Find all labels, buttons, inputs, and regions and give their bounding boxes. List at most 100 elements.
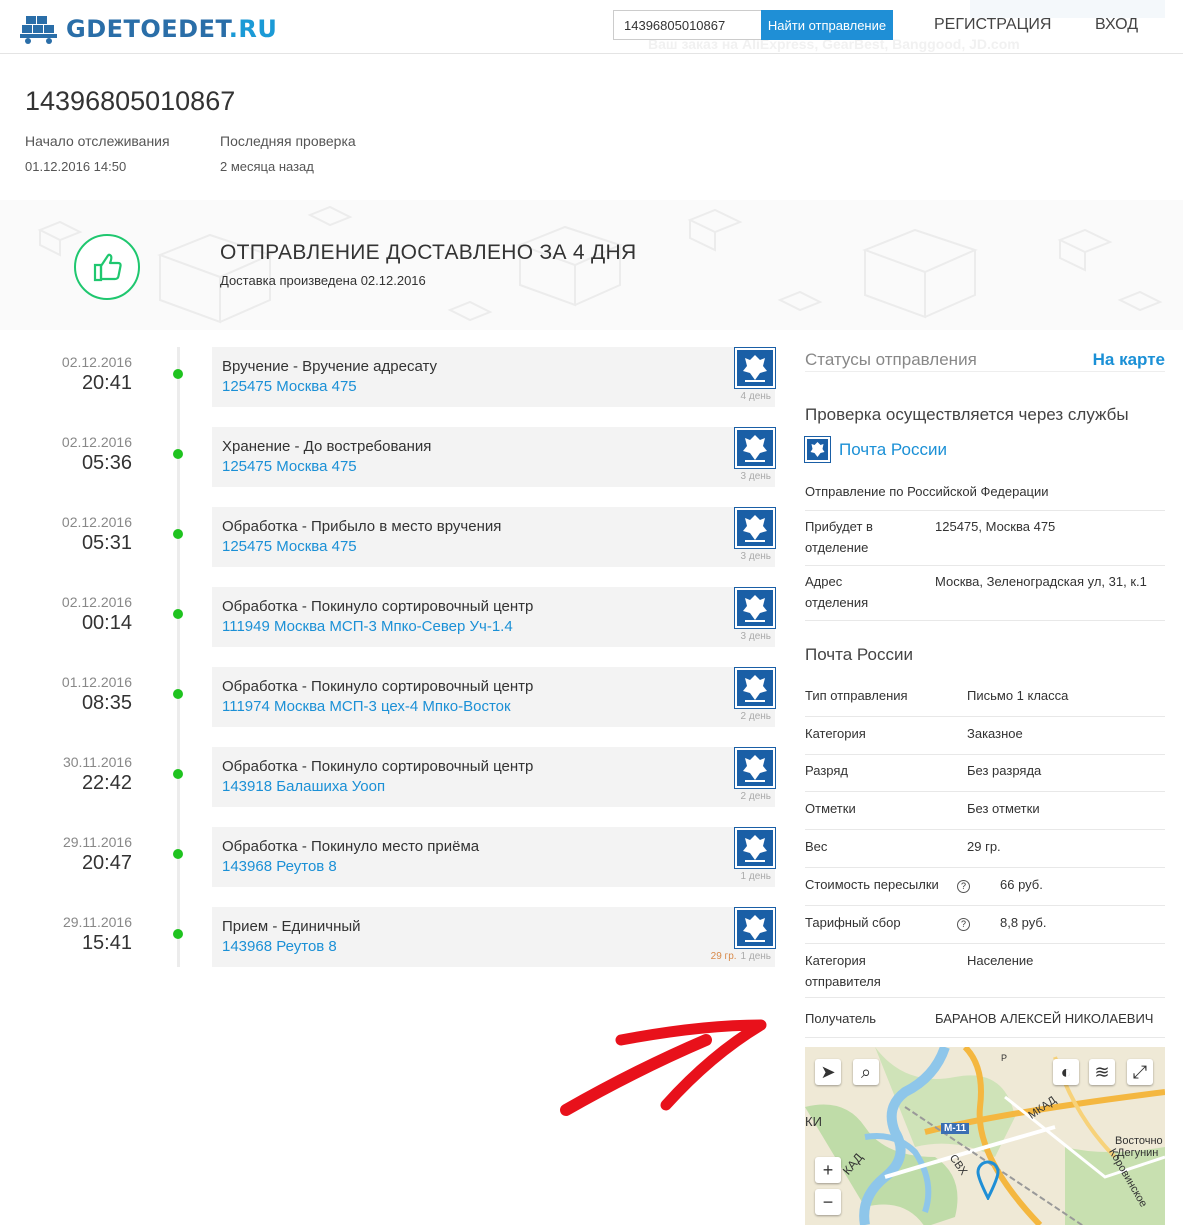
event-day-count: 3 день xyxy=(740,471,771,482)
pochta-logo-icon xyxy=(734,747,776,789)
event-days: 1 день xyxy=(737,871,771,882)
on-map-link[interactable]: На карте xyxy=(1093,350,1165,370)
pattern-strip-top xyxy=(0,55,1183,61)
status-dot xyxy=(173,529,183,539)
services-title: Проверка осуществляется через службы xyxy=(805,405,1129,424)
event-place-link[interactable]: 125475 Москва 475 xyxy=(222,458,357,475)
event-day-count: 4 день xyxy=(740,391,771,402)
detail-value: Заказное xyxy=(967,726,1023,741)
event-place-link[interactable]: 143968 Реутов 8 xyxy=(222,858,337,875)
detail-row: Тип отправления Письмо 1 класса xyxy=(805,685,1165,717)
status-dot xyxy=(173,929,183,939)
event-place-link[interactable]: 125475 Москва 475 xyxy=(222,538,357,555)
map-pin-icon[interactable] xyxy=(975,1160,1001,1200)
cost-value: 66 руб. xyxy=(1000,877,1043,892)
shipment-note: Отправление по Российской Федерации xyxy=(805,484,1049,499)
event-card: Обработка - Покинуло сортировочный центр… xyxy=(212,667,776,727)
event-title: Хранение - До востребования xyxy=(222,438,432,455)
event-card: Вручение - Вручение адресату 125475 Москв… xyxy=(212,347,776,407)
detail-row: Категория Заказное xyxy=(805,723,1165,755)
last-check-label: Последняя проверка xyxy=(220,133,356,149)
event-place-link[interactable]: 143968 Реутов 8 xyxy=(222,938,337,955)
event-place-link[interactable]: 143918 Балашиха Уооп xyxy=(222,778,385,795)
register-link[interactable]: РЕГИСТРАЦИЯ xyxy=(934,16,1051,34)
event-place-link[interactable]: 111974 Москва МСП-3 цех-4 Мпко-Восток xyxy=(222,698,511,715)
event-days: 2 день xyxy=(737,711,771,722)
event-date: 29.11.2016 xyxy=(62,834,132,850)
service-pochta[interactable]: Почта России xyxy=(804,436,947,463)
fullscreen-icon[interactable]: ⤢ xyxy=(1127,1059,1153,1085)
start-tracking-value: 01.12.2016 14:50 xyxy=(25,159,127,174)
event-weight: 29 гр. xyxy=(710,951,737,962)
fee-label: Тарифный сбор xyxy=(805,915,901,930)
status-pattern-bg xyxy=(0,200,1183,330)
detail-label: Разряд xyxy=(805,763,848,778)
site-logo[interactable]: GDETOEDET.RU xyxy=(20,14,277,44)
event-days: 2 день xyxy=(737,791,771,802)
boxes-pattern-icon xyxy=(37,205,1163,324)
pochta-logo-icon xyxy=(734,507,776,549)
status-dot xyxy=(173,689,183,699)
event-day-count: 2 день xyxy=(740,791,771,802)
event-title: Обработка - Покинуло сортировочный центр xyxy=(222,598,534,615)
zoom-in-button[interactable]: + xyxy=(815,1157,841,1183)
event-date: 02.12.2016 xyxy=(61,594,132,610)
delivery-date-note: Доставка произведена 02.12.2016 xyxy=(220,273,426,288)
find-shipment-button[interactable]: Найти отправление xyxy=(761,10,893,40)
timeline-item: 29.11.2016 15:41 Прием - Единичный 143968 Р… xyxy=(0,907,780,967)
detail-value: Без разряда xyxy=(967,763,1042,778)
pochta-logo-icon xyxy=(734,347,776,389)
detail-row: Вес 29 гр. xyxy=(805,836,1165,868)
event-time: 00:14 xyxy=(81,612,132,634)
shipment-map[interactable]: ➤ ⌕ ◐ ≋ ⤢ + − КИ МКАД М-11 КАД Восточно … xyxy=(805,1047,1165,1225)
red-arrow-annotation-icon xyxy=(560,1019,767,1116)
event-time: 20:41 xyxy=(81,372,132,394)
tracking-search-input[interactable] xyxy=(613,10,762,40)
event-place-link[interactable]: 125475 Москва 475 xyxy=(222,378,357,395)
map-label-ki: КИ xyxy=(805,1114,822,1129)
zoom-out-button[interactable]: − xyxy=(815,1189,841,1215)
event-days: 3 день xyxy=(737,631,771,642)
event-day-count: 3 день xyxy=(740,551,771,562)
event-days: 29 гр. 1 день xyxy=(711,951,771,962)
event-card: Обработка - Покинуло сортировочный центр… xyxy=(212,747,776,807)
status-dot xyxy=(173,769,183,779)
pochta-logo-icon xyxy=(804,436,831,463)
event-title: Обработка - Покинуло сортировочный центр xyxy=(222,758,534,775)
event-title: Обработка - Покинуло место приёма xyxy=(222,838,480,855)
traffic-icon[interactable]: ◐ xyxy=(1053,1059,1079,1085)
timeline-item: 02.12.2016 20:41 Вручение - Вручение адрес… xyxy=(0,347,780,407)
locate-me-icon[interactable]: ➤ xyxy=(815,1059,841,1085)
event-days: 4 день xyxy=(737,391,771,402)
address-value: Москва, Зеленоградская ул, 31, к.1 xyxy=(935,574,1147,589)
event-date: 01.12.2016 xyxy=(61,674,132,690)
event-days: 3 день xyxy=(737,471,771,482)
timeline-item: 02.12.2016 05:31 Обработка - Прибыло в мес… xyxy=(0,507,780,567)
event-card: Прием - Единичный 143968 Реутов 8 29 гр. 1 … xyxy=(212,907,776,967)
detail-label: Вес xyxy=(805,839,828,854)
map-label-m11: М-11 xyxy=(941,1123,970,1134)
map-label-vostochnoe: Восточно xyxy=(1115,1135,1163,1147)
statuses-title: Статусы отправления xyxy=(805,350,977,369)
service-name[interactable]: Почта России xyxy=(839,440,947,460)
address-row: Адрес отделения Москва, Зеленоградская у… xyxy=(805,571,1165,621)
arrive-row: Прибудет в отделение 125475, Москва 475 xyxy=(805,516,1165,566)
event-date: 02.12.2016 xyxy=(61,514,132,530)
tracking-number: 14396805010867 xyxy=(25,86,236,116)
statuses-header: Статусы отправления На карте xyxy=(805,350,1165,372)
cost-label: Стоимость пересылки xyxy=(805,877,939,892)
layers-icon[interactable]: ≋ xyxy=(1089,1059,1115,1085)
fee-help-icon[interactable]: ? xyxy=(957,912,970,933)
start-tracking-label: Начало отслеживания xyxy=(25,133,170,149)
login-link[interactable]: ВХОД xyxy=(1095,16,1138,34)
detail-label: Тип отправления xyxy=(805,688,908,703)
detail-label: Отметки xyxy=(805,801,856,816)
cost-help-icon[interactable]: ? xyxy=(957,874,970,895)
event-place-link[interactable]: 111949 Москва МСП-3 Мпко-Север Уч-1.4 xyxy=(222,618,513,635)
event-card: Хранение - До востребования 125475 Москва… xyxy=(212,427,776,487)
map-search-icon[interactable]: ⌕ xyxy=(853,1059,879,1085)
timeline-item: 02.12.2016 05:36 Хранение - До востребован… xyxy=(0,427,780,487)
timeline-item: 29.11.2016 20:47 Обработка - Покинуло мест… xyxy=(0,827,780,887)
address-label: Адрес отделения xyxy=(805,574,869,610)
cost-row: Стоимость пересылки ? 66 руб. xyxy=(805,874,1165,906)
